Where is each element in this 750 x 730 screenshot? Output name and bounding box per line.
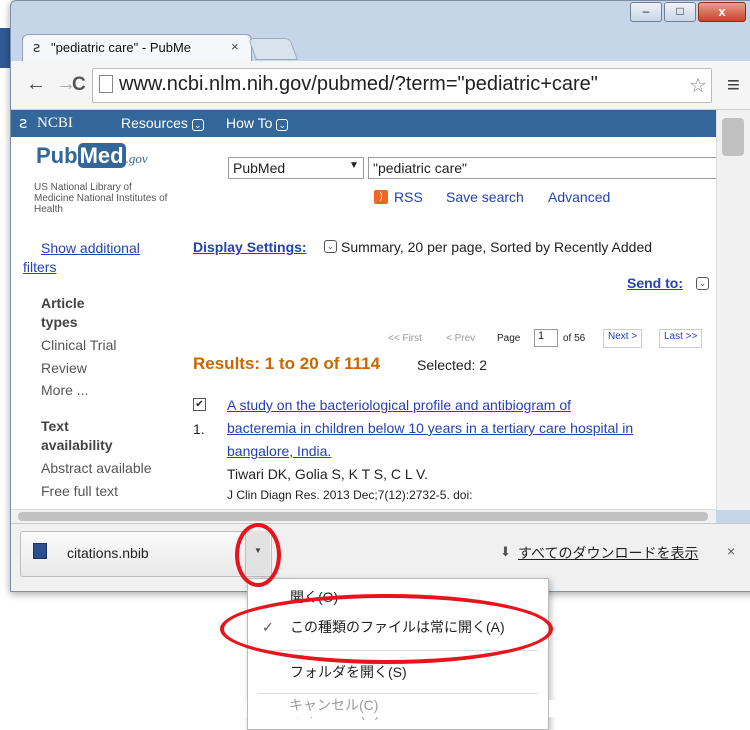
close-download-bar-icon[interactable]: × (727, 543, 735, 559)
show-additional-filters-link[interactable]: Show additional (41, 240, 140, 256)
ncbi-header-bar: ꙅ NCBI Resources ⌄ How To ⌄ (11, 110, 716, 137)
save-search-link[interactable]: Save search (446, 189, 524, 205)
prev-page-link[interactable]: < Prev (446, 333, 475, 344)
annotation-circle-always-open (220, 594, 553, 664)
page-label: Page (497, 333, 521, 344)
text-availability-heading: Text (41, 418, 69, 434)
download-arrow-icon: ⬇ (500, 544, 511, 559)
article-types-heading: Article (41, 295, 85, 311)
filter-review[interactable]: Review (41, 360, 87, 376)
pubmed-logo[interactable]: PubMed .gov (36, 143, 148, 169)
results-count: Results: 1 to 20 of 1114 (193, 354, 381, 373)
howto-menu[interactable]: How To ⌄ (226, 115, 289, 131)
maximize-button[interactable]: □ (664, 2, 696, 22)
vertical-scrollbar[interactable] (716, 110, 750, 510)
page-icon (99, 75, 113, 93)
result-journal: J Clin Diagn Res. 2013 Dec;7(12):2732-5.… (227, 488, 473, 502)
back-icon[interactable]: ← (26, 73, 46, 96)
result-title-line2[interactable]: bacteremia in children below 10 years in… (227, 420, 633, 436)
horizontal-scrollbar-thumb[interactable] (18, 512, 708, 521)
chevron-down-icon: ⌄ (191, 119, 204, 131)
send-to-link[interactable]: Send to: (627, 275, 683, 291)
browser-tab[interactable]: ꙅ "pediatric care" - PubMe × (22, 34, 252, 61)
filter-clinical-trial[interactable]: Clinical Trial (41, 337, 116, 353)
result-number: 1. (193, 421, 205, 437)
nlm-caption: US National Library of Medicine National… (34, 182, 168, 215)
filters-link[interactable]: filters (23, 259, 56, 275)
rss-link[interactable]: RSS (394, 189, 423, 205)
url-text: www.ncbi.nlm.nih.gov/pubmed/?term="pedia… (119, 73, 598, 95)
tab-title: "pediatric care" - PubMe (51, 40, 192, 55)
ncbi-logo[interactable]: NCBI (37, 115, 73, 132)
close-window-button[interactable]: x (698, 2, 746, 22)
page-number-input[interactable]: 1 (534, 329, 558, 347)
new-tab-button[interactable] (247, 38, 299, 60)
filter-free-full-text[interactable]: Free full text (41, 483, 118, 499)
first-page-link[interactable]: << First (388, 333, 422, 344)
menu-item-cancel-visible[interactable]: キャンセル(C) (289, 695, 378, 715)
search-input[interactable]: "pediatric care" (368, 157, 720, 179)
ncbi-logo-icon: ꙅ (19, 115, 28, 132)
display-settings-link[interactable]: Display Settings: (193, 239, 307, 255)
advanced-link[interactable]: Advanced (548, 189, 610, 205)
minimize-button[interactable]: – (630, 2, 662, 22)
result-checkbox[interactable]: ✔ (193, 398, 206, 411)
tab-close-icon[interactable]: × (231, 39, 239, 54)
file-icon (33, 543, 47, 559)
article-types-heading-2: types (41, 314, 78, 330)
filter-more[interactable]: More ... (41, 382, 88, 398)
ncbi-tab-icon: ꙅ (33, 39, 41, 55)
last-page-button[interactable]: Last >> (659, 329, 703, 348)
result-authors: Tiwari DK, Golia S, K T S, C L V. (227, 466, 428, 482)
resources-menu[interactable]: Resources ⌄ (121, 115, 204, 131)
next-page-button[interactable]: Next > (603, 329, 643, 348)
text-availability-heading-2: availability (41, 437, 113, 453)
show-all-downloads-link[interactable]: すべてのダウンロードを表示 (518, 543, 698, 563)
display-summary: Summary, 20 per page, Sorted by Recently… (341, 239, 653, 255)
result-title-line1[interactable]: A study on the bacteriological profile a… (227, 397, 571, 413)
chevron-down-icon[interactable]: ⌄ (324, 240, 337, 253)
result-title-line3[interactable]: bangalore, India. (227, 443, 331, 459)
dropdown-arrow-icon: ▼ (349, 160, 359, 171)
vertical-scrollbar-thumb[interactable] (722, 118, 744, 156)
desktop-edge (0, 28, 10, 68)
chevron-down-icon[interactable]: ⌄ (696, 277, 709, 290)
page-count: of 56 (563, 333, 586, 344)
selected-count: Selected: 2 (417, 357, 488, 373)
chevron-down-icon: ⌄ (276, 119, 289, 131)
menu-separator (258, 693, 538, 694)
download-filename: citations.nbib (67, 545, 149, 561)
annotation-circle-options (235, 523, 281, 587)
bookmark-star-icon[interactable]: ☆ (689, 73, 707, 98)
rss-icon: ) (374, 190, 388, 204)
reload-icon[interactable]: C (72, 74, 86, 96)
database-select[interactable]: PubMed ▼ (228, 157, 364, 179)
address-bar[interactable]: www.ncbi.nlm.nih.gov/pubmed/?term="pedia… (92, 68, 712, 103)
filter-abstract-available[interactable]: Abstract available (41, 460, 152, 476)
menu-icon[interactable]: ≡ (727, 72, 740, 98)
